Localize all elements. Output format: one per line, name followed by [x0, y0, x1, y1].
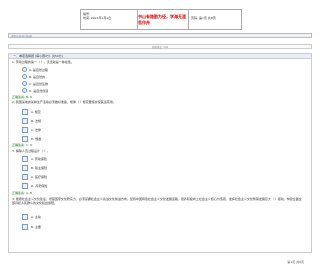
header-time: 时间: 2021年x月x日: [83, 16, 112, 20]
q2-option-c[interactable]: C. 法律: [22, 127, 41, 133]
question-panel: 一、单项选择题 (每小题2分, 共50分) 1. 劳动过程的第一（ ）。该活动是…: [8, 53, 312, 253]
header-page: 页码: 第1页 共8页: [191, 16, 216, 20]
question-2-text: 2. 我国某地的某种生产活动必须做好准备，规律（ ）规定要使并使其运营用。: [12, 100, 116, 104]
question-1-text: 1. 劳动过程的第一（ ）。该活动是一种最佳。: [12, 60, 74, 64]
checkbox-icon[interactable]: [22, 165, 28, 171]
q3-option-d[interactable]: D. 养老保险: [22, 183, 47, 189]
checkbox-icon[interactable]: [22, 109, 28, 115]
radio-icon[interactable]: [22, 81, 27, 86]
checkbox-icon[interactable]: [22, 156, 28, 162]
exam-page: 编号: 时间: 2021年x月x日 书山有路勤为径，学海无涯苦作舟 页码: 第1…: [0, 0, 320, 272]
radio-icon[interactable]: [22, 88, 27, 93]
section-title: 一、单项选择题 (每小题2分, 共50分): [9, 54, 311, 59]
q2-option-d[interactable]: D. 规章: [22, 136, 41, 142]
q2-answer: 正确答案: C, D: [12, 143, 33, 147]
checkbox-icon[interactable]: [22, 174, 28, 180]
q3-option-a[interactable]: A. 劳动保险: [22, 156, 47, 162]
q2-option-a[interactable]: A. 规定: [22, 109, 41, 115]
checkbox-icon[interactable]: [22, 224, 28, 230]
q3-option-c[interactable]: C. 医疗保险: [22, 174, 47, 180]
q4-option-a[interactable]: A. 主动: [22, 214, 41, 220]
q2-option-b[interactable]: B. 法规: [22, 118, 41, 124]
question-4-text: 4. 能按社会主义文化建设，增强国家文化软实力，必须掌握社会主义先进文化前进方向…: [12, 197, 302, 205]
document-header: 编号: 时间: 2021年x月x日 书山有路勤为径，学海无涯苦作舟 页码: 第1…: [80, 9, 242, 30]
q1-option-a[interactable]: A. 是自然过程: [22, 67, 48, 72]
q1-option-d[interactable]: D. 是自然创造: [22, 88, 48, 93]
q3-option-b[interactable]: B. 职业保险: [22, 165, 47, 171]
radio-icon[interactable]: [22, 74, 27, 79]
q3-answer: 正确答案: A, B: [12, 191, 32, 195]
q1-answer: 正确答案: B, D: [12, 95, 33, 99]
checkbox-icon[interactable]: [22, 214, 28, 220]
q1-option-c[interactable]: C. 是自然生物: [22, 81, 48, 86]
radio-icon[interactable]: [22, 67, 27, 72]
checkbox-icon[interactable]: [22, 127, 28, 133]
question-3-text: 3. 解除人员过程设计（ ）。: [12, 149, 50, 153]
course-title-bar: 课程名称/考试标题: [8, 33, 312, 38]
page-footer: 第1页 共8页: [287, 260, 304, 264]
header-meta: 编号: 时间: 2021年x月x日: [81, 10, 138, 29]
q4-option-b[interactable]: B. 主要: [22, 224, 41, 230]
checkbox-icon[interactable]: [22, 118, 28, 124]
progress-status-bar: 答题进度: 100: [8, 44, 312, 49]
q1-option-b[interactable]: B. 是自然的: [22, 74, 45, 79]
checkbox-icon[interactable]: [22, 183, 28, 189]
checkbox-icon[interactable]: [22, 136, 28, 142]
header-title: 书山有路勤为径，学海无涯苦作舟: [138, 10, 189, 29]
